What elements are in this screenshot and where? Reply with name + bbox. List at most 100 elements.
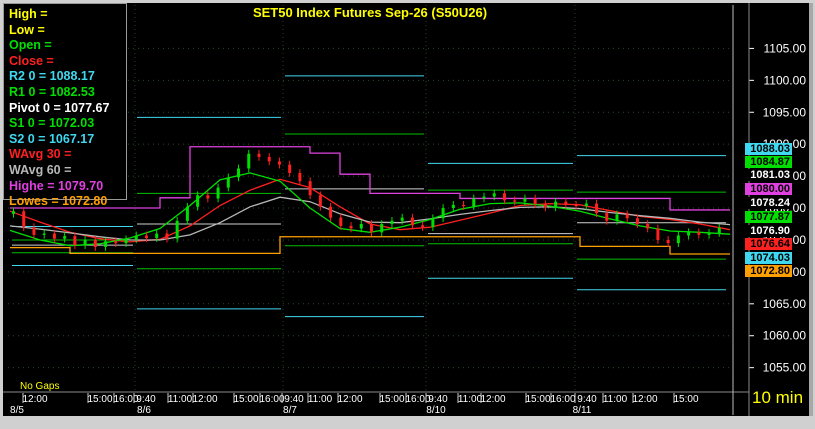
interval-label[interactable]: 10 min <box>752 388 803 408</box>
candle-body <box>329 206 333 218</box>
x-tick-label: 16:00 <box>405 394 430 405</box>
candle-body <box>267 156 271 162</box>
candle-body <box>472 198 476 207</box>
candle-body <box>52 233 56 239</box>
y-tick-label: 1060.00 <box>763 329 807 343</box>
candle-body <box>666 239 670 244</box>
candle-body <box>73 236 77 246</box>
x-tick-label: 11:00 <box>308 394 333 405</box>
candle-body <box>687 232 691 236</box>
x-tick-label: 9:40 <box>136 394 156 405</box>
legend-entry: S1 0 = 1072.03 <box>9 116 95 131</box>
candle-body <box>42 233 46 235</box>
candle-body <box>502 193 506 201</box>
x-tick-label: 16:00 <box>550 394 575 405</box>
price-label: 1076.90 <box>745 225 792 237</box>
candle-body <box>380 223 384 233</box>
candle-body <box>421 225 425 228</box>
candle-body <box>513 200 517 202</box>
price-label: 1072.80 <box>745 265 792 277</box>
x-date-label: 8/5 <box>10 405 24 416</box>
candle-body <box>615 214 619 221</box>
chart-window: 1055.001060.001065.001070.001075.001080.… <box>0 0 815 429</box>
x-date-label: 8/7 <box>283 405 297 416</box>
price-label: 1088.03 <box>745 143 792 155</box>
candle-body <box>533 198 537 205</box>
scrollbar-track[interactable] <box>809 3 813 416</box>
price-label: 1081.03 <box>745 169 792 181</box>
legend-entry: R1 0 = 1082.53 <box>9 84 95 99</box>
x-tick-label: 12:00 <box>22 394 47 405</box>
candle-body <box>144 235 148 239</box>
candle-body <box>543 204 547 208</box>
price-label: 1078.24 <box>745 197 792 209</box>
x-date-label: 8/11 <box>573 405 592 416</box>
candle-body <box>441 208 445 219</box>
y-tick-label: 1095.00 <box>763 105 807 119</box>
candle-body <box>206 195 210 199</box>
candle-body <box>717 227 721 233</box>
x-tick-label: 11:00 <box>458 394 483 405</box>
y-tick-label: 1105.00 <box>764 41 807 55</box>
candle-body <box>237 168 241 178</box>
candle-body <box>114 241 118 244</box>
candle-body <box>431 218 435 228</box>
candle-body <box>523 198 527 202</box>
x-tick-label: 12:00 <box>337 394 362 405</box>
y-tick-label: 1100.00 <box>764 73 807 87</box>
candle-body <box>339 217 343 226</box>
x-tick-label: 15:00 <box>87 394 112 405</box>
gaps-note: No Gaps <box>20 381 60 392</box>
candle-body <box>155 233 159 239</box>
x-tick-label: 9:40 <box>284 394 304 405</box>
candle-body <box>451 204 455 209</box>
candle-body <box>196 195 200 207</box>
candle-body <box>165 233 169 239</box>
price-label: 1076.64 <box>745 238 792 250</box>
x-tick-label: 11:00 <box>603 394 628 405</box>
price-label: 1074.03 <box>745 252 792 264</box>
x-tick-label: 12:00 <box>632 394 657 405</box>
legend-entry: Lowes = 1072.80 <box>9 194 108 209</box>
candle-body <box>298 172 302 182</box>
x-tick-label: 12:00 <box>480 394 505 405</box>
chart-title: SET50 Index Futures Sep-26 (S50U26) <box>252 5 488 20</box>
price-label: 1084.87 <box>745 156 792 168</box>
candle-body <box>564 201 568 205</box>
candle-body <box>185 206 189 221</box>
candle-body <box>22 211 26 228</box>
candle-body <box>93 239 97 247</box>
candle-body <box>12 211 15 214</box>
candle-body <box>646 223 650 229</box>
legend-entry: WAvg 30 = <box>9 147 72 162</box>
candle-body <box>257 153 261 157</box>
candle-body <box>656 228 660 240</box>
price-label: 1080.00 <box>745 183 792 195</box>
x-tick-label: 15:00 <box>525 394 550 405</box>
legend-entry: Low = <box>9 22 45 37</box>
x-tick-label: 16:00 <box>259 394 284 405</box>
candle-body <box>104 241 108 247</box>
candle-body <box>707 232 711 235</box>
x-date-label: 8/10 <box>426 405 446 416</box>
candle-body <box>216 187 220 199</box>
candle-body <box>492 193 496 197</box>
candle-body <box>175 220 179 239</box>
candle-body <box>277 161 281 165</box>
candle-body <box>32 227 36 235</box>
x-tick-label: 9:40 <box>428 394 448 405</box>
x-tick-label: 11:00 <box>168 394 193 405</box>
candle-body <box>83 239 87 246</box>
x-tick-label: 12:00 <box>192 394 217 405</box>
candle-body <box>63 236 67 239</box>
x-tick-label: 9:40 <box>577 394 597 405</box>
candle-body <box>390 220 394 224</box>
candle-body <box>574 204 578 207</box>
candle-body <box>359 223 363 229</box>
legend-entry: High = <box>9 7 48 21</box>
candle-body <box>288 164 292 173</box>
price-label: 1077.87 <box>745 211 792 223</box>
x-tick-label: 15:00 <box>379 394 404 405</box>
candle-body <box>410 217 414 226</box>
legend-entry: Open = <box>9 38 52 53</box>
